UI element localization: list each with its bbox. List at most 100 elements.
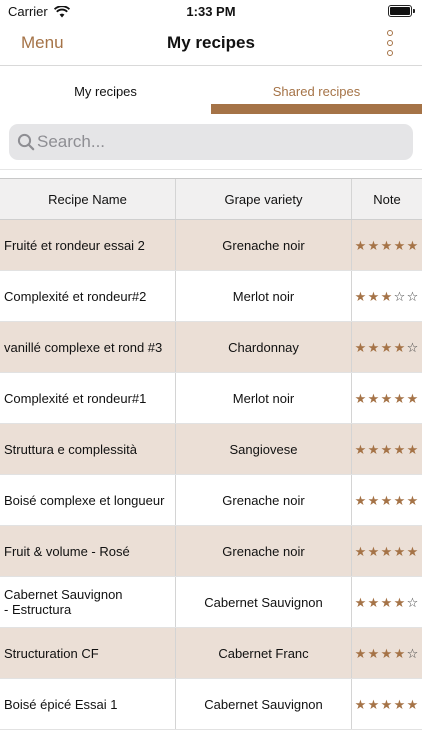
grape-variety-cell: Cabernet Sauvignon [176, 577, 352, 627]
table-row[interactable]: Boisé épicé Essai 1 Cabernet Sauvignon ★ ★ ★… [0, 679, 422, 730]
recipe-name: Structuration CF [4, 645, 99, 661]
table-row[interactable]: Cabernet Sauvignon - Estructura Cabernet … [0, 577, 422, 628]
star-filled-icon: ★ [380, 441, 393, 457]
grape-variety-cell: Cabernet Sauvignon [176, 679, 352, 729]
star-filled-icon: ★ [380, 543, 393, 559]
search-field-container[interactable] [9, 124, 413, 160]
star-rating: ★ ★ ★ ★ ★ [354, 545, 419, 558]
status-bar: Carrier 1:33 PM [0, 0, 422, 22]
page-title: My recipes [167, 33, 255, 52]
recipe-name: Boisé complexe et longueur [4, 492, 165, 508]
rating-cell: ★ ★ ★ ★ ★ [352, 475, 422, 525]
recipe-name-cell: Fruité et rondeur essai 2 [0, 220, 176, 270]
star-filled-icon: ★ [380, 696, 393, 712]
column-header-grape-variety[interactable]: Grape variety [176, 179, 352, 219]
recipe-name: Complexité et rondeur#1 [4, 390, 147, 406]
star-filled-icon: ★ [393, 594, 406, 610]
rating-cell: ★ ★ ★ ★ ☆ [352, 322, 422, 372]
star-filled-icon: ★ [393, 237, 406, 253]
rating-cell: ★ ★ ★ ★ ☆ [352, 628, 422, 678]
star-filled-icon: ★ [380, 645, 393, 661]
table-header-row: Recipe Name Grape variety Note [0, 179, 422, 220]
battery-icon [388, 5, 415, 17]
table-row[interactable]: Complexité et rondeur#1 Merlot noir ★ ★ ★ ★ ★ [0, 373, 422, 424]
table-row[interactable]: Struttura e complessità Sangiovese ★ ★ ★ ★ ★ [0, 424, 422, 475]
column-header-note[interactable]: Note [352, 179, 422, 219]
table-body: Fruité et rondeur essai 2 Grenache noir ★ ★… [0, 220, 422, 730]
star-rating: ★ ★ ★ ★ ☆ [354, 341, 419, 354]
star-filled-icon: ★ [354, 543, 367, 559]
star-filled-icon: ★ [380, 288, 393, 304]
kebab-vertical-icon[interactable] [386, 30, 394, 56]
star-filled-icon: ★ [367, 492, 380, 508]
star-filled-icon: ★ [393, 492, 406, 508]
search-input[interactable] [37, 124, 407, 160]
status-time: 1:33 PM [186, 4, 236, 19]
star-filled-icon: ★ [406, 390, 419, 406]
recipe-name: Fruité et rondeur essai 2 [4, 237, 145, 253]
star-filled-icon: ★ [354, 237, 367, 253]
star-filled-icon: ★ [393, 696, 406, 712]
table-row[interactable]: vanillé complexe et rond #3 Chardonnay ★ ★ ★… [0, 322, 422, 373]
star-filled-icon: ★ [380, 390, 393, 406]
recipe-name: vanillé complexe et rond #3 [4, 339, 163, 355]
star-filled-icon: ★ [406, 696, 419, 712]
recipe-name: Struttura e complessità [4, 441, 137, 457]
recipe-name: Fruit & volume - Rosé [4, 543, 130, 559]
table-row[interactable]: Fruit & volume - Rosé Grenache noir ★ ★ ★ ★ ★ [0, 526, 422, 577]
star-empty-icon: ☆ [406, 645, 419, 661]
star-filled-icon: ★ [380, 339, 393, 355]
star-filled-icon: ★ [367, 543, 380, 559]
star-filled-icon: ★ [354, 288, 367, 304]
recipe-name-cell: Fruit & volume - Rosé [0, 526, 176, 576]
recipe-name-cell: Boisé complexe et longueur [0, 475, 176, 525]
star-filled-icon: ★ [367, 645, 380, 661]
star-filled-icon: ★ [354, 645, 367, 661]
star-filled-icon: ★ [367, 390, 380, 406]
star-empty-icon: ☆ [406, 288, 419, 304]
star-empty-icon: ☆ [406, 339, 419, 355]
star-filled-icon: ★ [354, 390, 367, 406]
recipe-name-cell: Boisé épicé Essai 1 [0, 679, 176, 729]
search-icon [17, 133, 35, 151]
star-filled-icon: ★ [354, 696, 367, 712]
rating-cell: ★ ★ ★ ★ ★ [352, 526, 422, 576]
grape-variety-cell: Grenache noir [176, 220, 352, 270]
recipe-name-cell: Cabernet Sauvignon - Estructura [0, 577, 176, 627]
grape-variety-cell: Chardonnay [176, 322, 352, 372]
rating-cell: ★ ★ ★ ☆ ☆ [352, 271, 422, 321]
star-rating: ★ ★ ★ ★ ★ [354, 494, 419, 507]
star-filled-icon: ★ [367, 237, 380, 253]
table-row[interactable]: Complexité et rondeur#2 Merlot noir ★ ★ ★ ☆ ☆ [0, 271, 422, 322]
star-filled-icon: ★ [393, 390, 406, 406]
recipe-name: Complexité et rondeur#2 [4, 288, 147, 304]
star-filled-icon: ★ [354, 492, 367, 508]
rating-cell: ★ ★ ★ ★ ☆ [352, 577, 422, 627]
grape-variety-cell: Cabernet Franc [176, 628, 352, 678]
navigation-bar: Menu My recipes [0, 22, 422, 66]
search-bar [0, 114, 422, 170]
recipe-name: Boisé épicé Essai 1 [4, 696, 118, 712]
recipe-name-cell: Structuration CF [0, 628, 176, 678]
grape-variety-cell: Merlot noir [176, 373, 352, 423]
star-filled-icon: ★ [393, 339, 406, 355]
star-rating: ★ ★ ★ ★ ★ [354, 698, 419, 711]
tab-my-recipes[interactable]: My recipes [0, 66, 211, 114]
table-row[interactable]: Boisé complexe et longueur Grenache noir ★… [0, 475, 422, 526]
star-filled-icon: ★ [354, 594, 367, 610]
rating-cell: ★ ★ ★ ★ ★ [352, 424, 422, 474]
star-filled-icon: ★ [406, 237, 419, 253]
recipe-name-cell: Struttura e complessità [0, 424, 176, 474]
recipe-name-cell: Complexité et rondeur#1 [0, 373, 176, 423]
grape-variety-cell: Grenache noir [176, 526, 352, 576]
rating-cell: ★ ★ ★ ★ ★ [352, 373, 422, 423]
recipe-name: Cabernet Sauvignon - Estructura [4, 587, 123, 617]
table-row[interactable]: Fruité et rondeur essai 2 Grenache noir ★ ★… [0, 220, 422, 271]
column-header-recipe-name[interactable]: Recipe Name [0, 179, 176, 219]
star-filled-icon: ★ [367, 441, 380, 457]
star-filled-icon: ★ [406, 492, 419, 508]
table-row[interactable]: Structuration CF Cabernet Franc ★ ★ ★ ★ ☆ [0, 628, 422, 679]
star-rating: ★ ★ ★ ☆ ☆ [354, 290, 419, 303]
star-filled-icon: ★ [406, 441, 419, 457]
star-rating: ★ ★ ★ ★ ☆ [354, 596, 419, 609]
